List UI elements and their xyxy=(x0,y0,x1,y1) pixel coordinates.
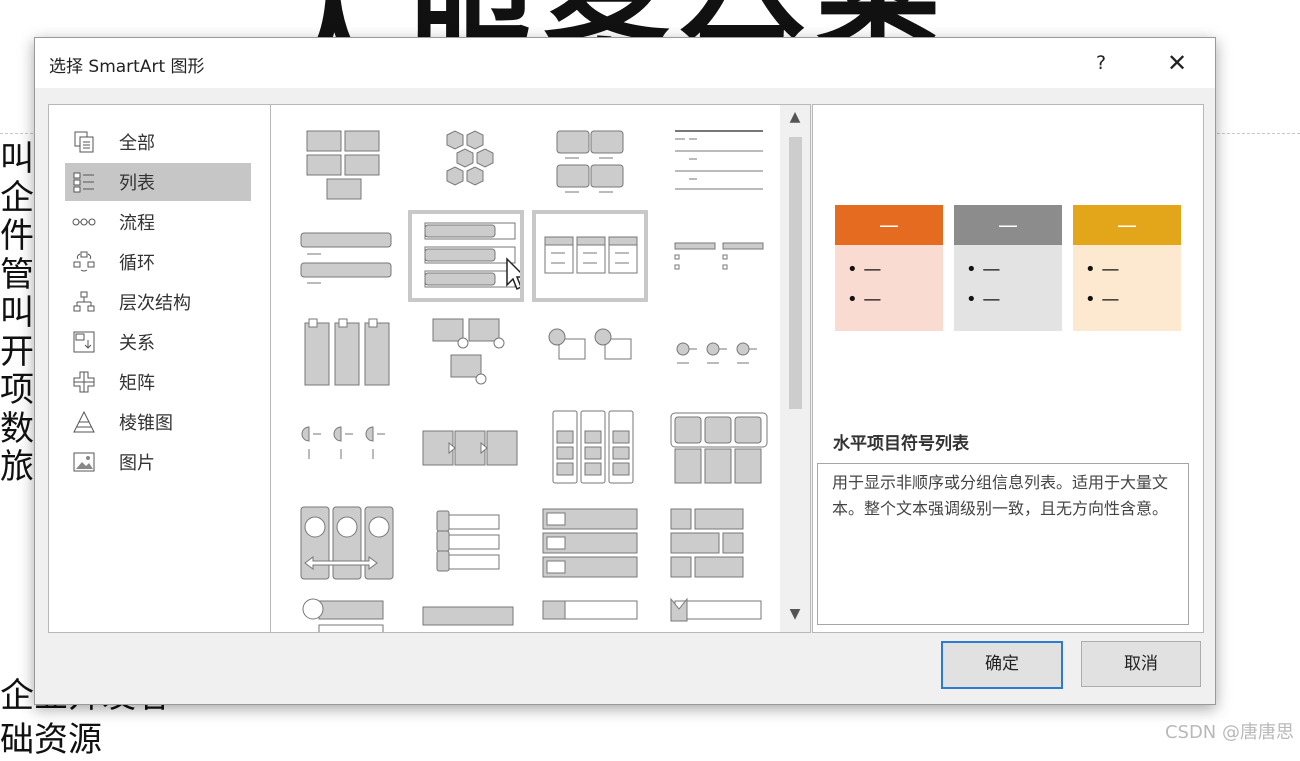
layout-thumbnail[interactable] xyxy=(287,501,397,587)
picture-icon xyxy=(71,449,97,475)
layout-thumbnail[interactable] xyxy=(659,309,769,395)
layout-thumbnail[interactable] xyxy=(411,117,521,203)
close-button[interactable]: ✕ xyxy=(1157,46,1197,80)
cancel-button[interactable]: 取消 xyxy=(1081,641,1201,687)
layout-thumbnail[interactable] xyxy=(659,117,769,203)
layout-thumbnail[interactable] xyxy=(659,213,769,299)
preview-column-body: • — • — xyxy=(835,245,943,331)
scroll-down-arrow-icon[interactable]: ▼ xyxy=(780,606,810,628)
cycle-icon xyxy=(71,249,97,275)
layout-thumbnail[interactable] xyxy=(411,405,521,491)
layout-thumbnail[interactable] xyxy=(287,593,397,632)
category-matrix[interactable]: 矩阵 xyxy=(65,363,251,401)
preview-bullet: • — xyxy=(966,289,1001,310)
category-all[interactable]: 全部 xyxy=(65,123,251,161)
layout-thumbnail[interactable] xyxy=(659,501,769,587)
layout-thumbnail[interactable] xyxy=(287,309,397,395)
hierarchy-icon xyxy=(71,289,97,315)
category-pyramid[interactable]: 棱锥图 xyxy=(65,403,251,441)
category-label: 循环 xyxy=(119,253,155,274)
layout-thumbnail[interactable] xyxy=(535,117,645,203)
slide-bottom-line: 础资源 xyxy=(0,720,102,760)
preview-column: — • — • — xyxy=(1073,205,1181,331)
layout-thumbnail-selected[interactable] xyxy=(408,210,527,302)
layout-thumbnail[interactable] xyxy=(287,117,397,203)
layout-thumbnail-hover[interactable] xyxy=(532,210,648,302)
category-label: 全部 xyxy=(119,133,155,154)
category-process[interactable]: 流程 xyxy=(65,203,251,241)
category-hierarchy[interactable]: 层次结构 xyxy=(65,283,251,321)
layout-thumbnail[interactable] xyxy=(287,405,397,491)
layout-thumbnail[interactable] xyxy=(287,213,397,299)
layout-gallery xyxy=(270,104,781,633)
scroll-up-arrow-icon[interactable]: ▲ xyxy=(780,109,810,131)
layout-thumbnail[interactable] xyxy=(535,593,645,632)
help-button[interactable]: ? xyxy=(1085,46,1117,80)
pyramid-icon xyxy=(71,409,97,435)
category-picture[interactable]: 图片 xyxy=(65,443,251,481)
preview-column-body: • — • — xyxy=(954,245,1062,331)
preview-column-head: — xyxy=(835,205,943,245)
list-icon xyxy=(71,169,97,195)
layout-thumbnail[interactable] xyxy=(535,309,645,395)
category-label: 列表 xyxy=(119,173,155,194)
matrix-icon xyxy=(71,369,97,395)
process-icon xyxy=(71,209,97,235)
layout-thumbnail[interactable] xyxy=(411,309,521,395)
layout-thumbnail[interactable] xyxy=(659,593,769,632)
layout-preview: — • — • — — • — • — — • — • — 水平项目符号列表 用… xyxy=(812,104,1204,633)
preview-column-head: — xyxy=(954,205,1062,245)
preview-column: — • — • — xyxy=(954,205,1062,331)
category-label: 矩阵 xyxy=(119,373,155,394)
category-cycle[interactable]: 循环 xyxy=(65,243,251,281)
preview-bullet: • — xyxy=(966,259,1001,280)
category-list-item[interactable]: 列表 xyxy=(65,163,251,201)
scroll-thumb[interactable] xyxy=(789,137,802,409)
preview-column: — • — • — xyxy=(835,205,943,331)
smartart-dialog: 选择 SmartArt 图形 ? ✕ 全部 列表 流程 循环 层次结构 关系 矩… xyxy=(34,37,1216,705)
layout-thumbnail[interactable] xyxy=(659,405,769,491)
ok-button[interactable]: 确定 xyxy=(941,641,1063,689)
layout-thumbnail[interactable] xyxy=(535,405,645,491)
dialog-title: 选择 SmartArt 图形 xyxy=(49,57,205,77)
relationship-icon xyxy=(71,329,97,355)
preview-bullet: • — xyxy=(1085,259,1120,280)
preview-column-body: • — • — xyxy=(1073,245,1181,331)
category-label: 层次结构 xyxy=(119,293,191,314)
preview-bullet: • — xyxy=(847,259,882,280)
all-icon xyxy=(71,129,97,155)
dialog-titlebar: 选择 SmartArt 图形 ? ✕ xyxy=(35,38,1215,88)
category-list: 全部 列表 流程 循环 层次结构 关系 矩阵 棱锥图 图片 xyxy=(48,104,271,633)
preview-title: 水平项目符号列表 xyxy=(833,434,969,454)
layout-thumbnail[interactable] xyxy=(535,501,645,587)
layout-thumbnail[interactable] xyxy=(411,593,521,632)
watermark: CSDN @唐唐思 xyxy=(1164,722,1294,743)
preview-bullet: • — xyxy=(1085,289,1120,310)
preview-bullet: • — xyxy=(847,289,882,310)
preview-description: 用于显示非顺序或分组信息列表。适用于大量文本。整个文本强调级别一致，且无方向性含… xyxy=(817,463,1189,625)
gallery-scrollbar[interactable]: ▲ ▼ xyxy=(780,104,811,633)
category-relationship[interactable]: 关系 xyxy=(65,323,251,361)
category-label: 图片 xyxy=(119,453,155,474)
category-label: 棱锥图 xyxy=(119,413,173,434)
category-label: 关系 xyxy=(119,333,155,354)
preview-column-head: — xyxy=(1073,205,1181,245)
layout-thumbnail[interactable] xyxy=(411,501,521,587)
category-label: 流程 xyxy=(119,213,155,234)
